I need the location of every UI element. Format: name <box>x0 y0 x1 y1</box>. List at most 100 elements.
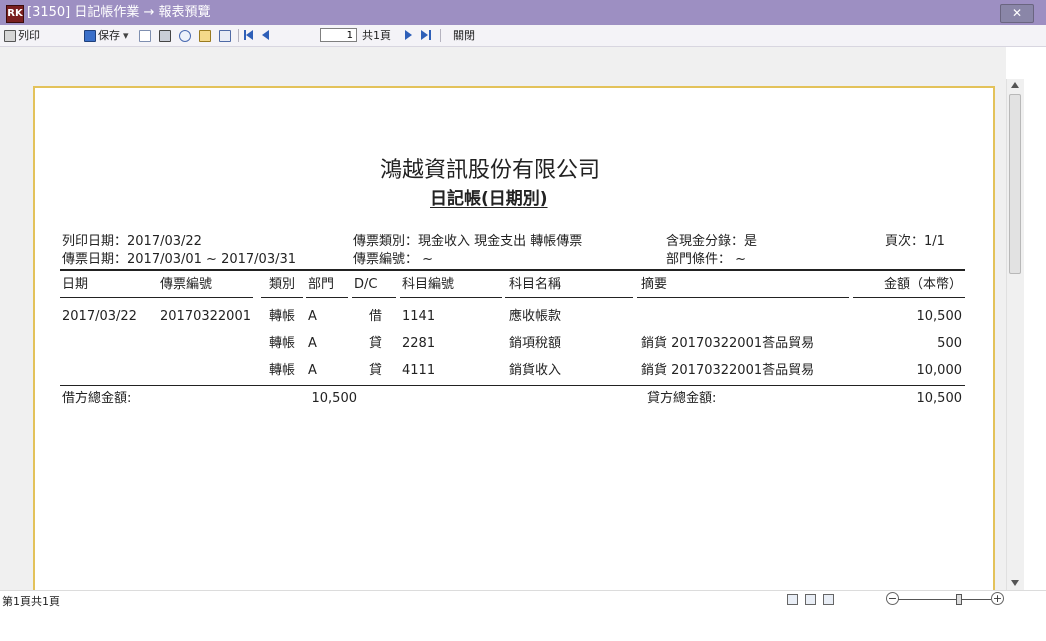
preview-viewport[interactable]: 鴻越資訊股份有限公司 日記帳(日期別) 列印日期：2017/03/22 傳票類別… <box>0 47 1006 590</box>
row-voucher: 20170322001 <box>160 309 251 324</box>
floppy-disk-icon <box>84 30 96 42</box>
col-acct-name: 科目名稱 <box>509 277 562 292</box>
row-type: 轉帳 <box>269 336 296 351</box>
row-dc: 貸 <box>369 363 383 378</box>
toolbar-separator <box>440 29 441 42</box>
row-acct-name: 銷貨收入 <box>509 363 562 378</box>
toolbar-separator <box>238 29 239 42</box>
col-rule <box>853 297 965 298</box>
voucher-number: 傳票編號： ~ <box>353 252 434 267</box>
debit-total-amount: 10,500 <box>311 391 358 406</box>
row-memo: 銷貨 20170322001荅品貿易 <box>641 336 815 351</box>
col-amount: 金額（本幣） <box>883 277 962 292</box>
row-date: 2017/03/22 <box>62 309 137 324</box>
company-name: 鴻越資訊股份有限公司 <box>380 158 601 183</box>
row-amount: 500 <box>937 336 962 351</box>
email-button[interactable] <box>139 28 153 43</box>
col-rule <box>505 297 633 298</box>
prev-page-icon[interactable] <box>262 30 269 40</box>
window-titlebar: RK [3150] 日記帳作業 → 報表預覽 ✕ <box>0 0 1046 25</box>
next-page-icon[interactable] <box>405 30 412 40</box>
row-acct-name: 銷項稅額 <box>509 336 562 351</box>
scroll-thumb[interactable] <box>1009 94 1021 274</box>
last-page-bar-icon <box>429 30 431 40</box>
zoom-slider-track[interactable] <box>898 599 991 600</box>
preview-toolbar: 列印 保存 ▾ 共1頁 關閉 <box>0 25 1046 47</box>
col-rule <box>261 297 303 298</box>
credit-total-amount: 10,500 <box>916 391 963 406</box>
row-memo: 銷貨 20170322001荅品貿易 <box>641 363 815 378</box>
first-page-bar-icon <box>244 30 246 40</box>
report-title: 日記帳(日期別) <box>430 189 548 209</box>
dept-condition: 部門條件： ~ <box>666 252 747 267</box>
first-page-icon[interactable] <box>246 30 253 40</box>
scroll-down-icon[interactable] <box>1011 580 1019 586</box>
row-acct-name: 應收帳款 <box>509 309 562 324</box>
col-rule <box>637 297 849 298</box>
report-page: 鴻越資訊股份有限公司 日記帳(日期別) 列印日期：2017/03/22 傳票類別… <box>33 86 995 590</box>
close-preview-button[interactable]: 關閉 <box>453 28 475 43</box>
vertical-scrollbar[interactable] <box>1006 79 1024 590</box>
debit-total-label: 借方總金額: <box>62 391 132 406</box>
print-label: 列印 <box>18 29 40 42</box>
page-setup-button[interactable] <box>219 28 233 43</box>
single-page-view-icon[interactable] <box>787 594 798 605</box>
edit-button[interactable] <box>199 28 213 43</box>
printer-icon <box>4 30 16 42</box>
col-type: 類別 <box>269 277 296 292</box>
col-memo: 摘要 <box>641 277 668 292</box>
page-number-input[interactable] <box>320 28 357 42</box>
row-dept: A <box>308 336 317 351</box>
row-amount: 10,000 <box>916 363 963 378</box>
voucher-type: 傳票類別：現金收入 現金支出 轉帳傳票 <box>353 234 583 249</box>
window-close-button[interactable]: ✕ <box>1000 4 1034 23</box>
magnifier-icon <box>179 30 191 42</box>
col-dept: 部門 <box>308 277 335 292</box>
row-amount: 10,500 <box>916 309 963 324</box>
row-dept: A <box>308 363 317 378</box>
credit-total-label: 貸方總金額: <box>647 391 717 406</box>
save-label: 保存 <box>98 29 120 42</box>
col-rule <box>306 297 348 298</box>
print-date: 列印日期：2017/03/22 <box>62 234 202 249</box>
row-dc: 借 <box>369 309 383 324</box>
row-type: 轉帳 <box>269 363 296 378</box>
status-page-info: 第1頁共1頁 <box>2 595 60 608</box>
col-dc: D/C <box>354 277 378 292</box>
col-acct-no: 科目編號 <box>402 277 455 292</box>
row-acct-no: 2281 <box>402 336 436 351</box>
col-rule <box>400 297 502 298</box>
save-dropdown-button[interactable]: ▾ <box>123 28 129 43</box>
page-total: 共1頁 <box>362 29 391 42</box>
window-title: [3150] 日記帳作業 → 報表預覽 <box>27 5 211 20</box>
col-rule <box>352 297 396 298</box>
row-acct-no: 4111 <box>402 363 436 378</box>
page-number: 頁次：1/1 <box>885 234 945 249</box>
pencil-note-icon <box>199 30 211 42</box>
zoom-slider-thumb[interactable] <box>956 594 962 605</box>
row-type: 轉帳 <box>269 309 296 324</box>
binoculars-icon <box>159 30 171 42</box>
save-button[interactable]: 保存 <box>84 28 120 43</box>
page-setup-icon <box>219 30 231 42</box>
multi-page-view-icon[interactable] <box>823 594 834 605</box>
col-voucher: 傳票編號 <box>160 277 213 292</box>
find-button[interactable] <box>159 28 173 43</box>
app-logo-icon: RK <box>6 5 24 23</box>
row-dept: A <box>308 309 317 324</box>
two-page-view-icon[interactable] <box>805 594 816 605</box>
envelope-icon <box>139 30 151 42</box>
scroll-up-icon[interactable] <box>1011 82 1019 88</box>
print-button[interactable]: 列印 <box>4 28 40 43</box>
last-page-icon[interactable] <box>421 30 428 40</box>
header-rule <box>60 269 965 271</box>
voucher-date: 傳票日期：2017/03/01 ~ 2017/03/31 <box>62 252 297 267</box>
status-bar: 第1頁共1頁 − + <box>0 590 1046 641</box>
row-acct-no: 1141 <box>402 309 436 324</box>
row-dc: 貸 <box>369 336 383 351</box>
col-date: 日期 <box>62 277 89 292</box>
zoom-in-button[interactable]: + <box>991 592 1004 605</box>
include-cash: 含現金分錄：是 <box>666 234 758 249</box>
search-button[interactable] <box>179 28 193 43</box>
col-rule <box>60 297 253 298</box>
